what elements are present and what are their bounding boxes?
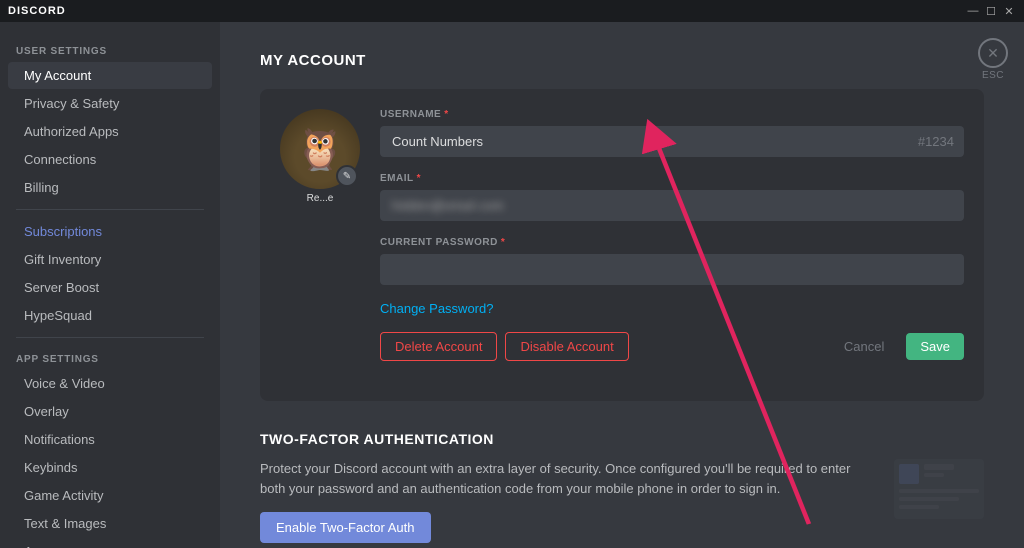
email-value: hidden@email.com — [380, 190, 964, 221]
sidebar-item-subscriptions[interactable]: Subscriptions — [8, 218, 212, 245]
email-group: EMAIL * hidden@email.com — [380, 173, 964, 221]
email-required: * — [417, 173, 421, 184]
sidebar: USER SETTINGS My Account Privacy & Safet… — [0, 22, 220, 548]
sidebar-item-overlay[interactable]: Overlay — [8, 398, 212, 425]
tfa-section: TWO-FACTOR AUTHENTICATION Protect your D… — [260, 431, 984, 543]
page-title: MY ACCOUNT — [260, 52, 984, 69]
save-actions: Cancel Save — [830, 333, 964, 360]
tfa-description: Protect your Discord account with an ext… — [260, 459, 874, 498]
sidebar-item-gift-inventory[interactable]: Gift Inventory — [8, 246, 212, 273]
username-required: * — [444, 109, 448, 120]
sidebar-item-voice-video[interactable]: Voice & Video — [8, 370, 212, 397]
sidebar-item-connections[interactable]: Connections — [8, 146, 212, 173]
maximize-button[interactable]: ☐ — [984, 4, 998, 18]
enable-tfa-button[interactable]: Enable Two-Factor Auth — [260, 512, 431, 543]
save-button[interactable]: Save — [906, 333, 964, 360]
esc-label: ESC — [982, 70, 1004, 81]
close-button[interactable]: ✕ — [978, 38, 1008, 68]
email-label: EMAIL * — [380, 173, 964, 184]
close-window-button[interactable]: ✕ — [1002, 4, 1016, 18]
sidebar-divider-1 — [16, 209, 204, 210]
delete-account-button[interactable]: Delete Account — [380, 332, 497, 361]
tfa-content: Protect your Discord account with an ext… — [260, 459, 984, 543]
current-password-label: CURRENT PASSWORD * — [380, 237, 964, 248]
sidebar-item-billing[interactable]: Billing — [8, 174, 212, 201]
tfa-text: Protect your Discord account with an ext… — [260, 459, 874, 543]
app-title: DISCORD — [8, 5, 66, 17]
username-input[interactable] — [380, 126, 964, 157]
sidebar-item-privacy-safety[interactable]: Privacy & Safety — [8, 90, 212, 117]
sidebar-item-server-boost[interactable]: Server Boost — [8, 274, 212, 301]
avatar-username-label: Re...e — [307, 193, 334, 204]
user-settings-label: USER SETTINGS — [0, 38, 220, 61]
sidebar-divider-2 — [16, 337, 204, 338]
form-fields: USERNAME * #1234 EMAIL * — [380, 109, 964, 361]
tfa-image — [894, 459, 984, 519]
destructive-actions: Delete Account Disable Account — [380, 332, 629, 361]
account-header: 🦉 ✎ Re...e USERNAME * — [280, 109, 964, 361]
sidebar-item-keybinds[interactable]: Keybinds — [8, 454, 212, 481]
close-icon: ✕ — [987, 45, 999, 62]
tfa-title: TWO-FACTOR AUTHENTICATION — [260, 431, 984, 447]
avatar-edit-button[interactable]: ✎ — [336, 165, 358, 187]
disable-account-button[interactable]: Disable Account — [505, 332, 628, 361]
current-password-required: * — [501, 237, 505, 248]
minimize-button[interactable]: — — [966, 4, 980, 18]
window-controls[interactable]: — ☐ ✕ — [966, 4, 1016, 18]
sidebar-item-my-account[interactable]: My Account — [8, 62, 212, 89]
current-password-group: CURRENT PASSWORD * — [380, 237, 964, 285]
titlebar: DISCORD — ☐ ✕ — [0, 0, 1024, 22]
sidebar-item-notifications[interactable]: Notifications — [8, 426, 212, 453]
sidebar-item-appearance[interactable]: Appearance — [8, 538, 212, 548]
change-password-link[interactable]: Change Password? — [380, 301, 964, 316]
cancel-button[interactable]: Cancel — [830, 333, 898, 360]
username-tag: #1234 — [918, 134, 954, 149]
app-container: USER SETTINGS My Account Privacy & Safet… — [0, 22, 1024, 548]
sidebar-item-hypesquad[interactable]: HypeSquad — [8, 302, 212, 329]
main-content: ✕ ESC MY ACCOUNT 🦉 ✎ Re...e — [220, 22, 1024, 548]
username-group: USERNAME * #1234 — [380, 109, 964, 157]
avatar-container: 🦉 ✎ — [280, 109, 360, 189]
account-card: 🦉 ✎ Re...e USERNAME * — [260, 89, 984, 401]
edit-icon: ✎ — [343, 171, 351, 182]
form-actions: Delete Account Disable Account Cancel Sa… — [380, 332, 964, 361]
discord-logo: DISCORD — [8, 5, 66, 17]
sidebar-item-authorized-apps[interactable]: Authorized Apps — [8, 118, 212, 145]
sidebar-item-game-activity[interactable]: Game Activity — [8, 482, 212, 509]
app-settings-label: APP SETTINGS — [0, 346, 220, 369]
sidebar-item-text-images[interactable]: Text & Images — [8, 510, 212, 537]
current-password-input[interactable] — [380, 254, 964, 285]
username-input-wrapper: #1234 — [380, 126, 964, 157]
avatar-section: 🦉 ✎ Re...e — [280, 109, 360, 204]
username-label: USERNAME * — [380, 109, 964, 120]
